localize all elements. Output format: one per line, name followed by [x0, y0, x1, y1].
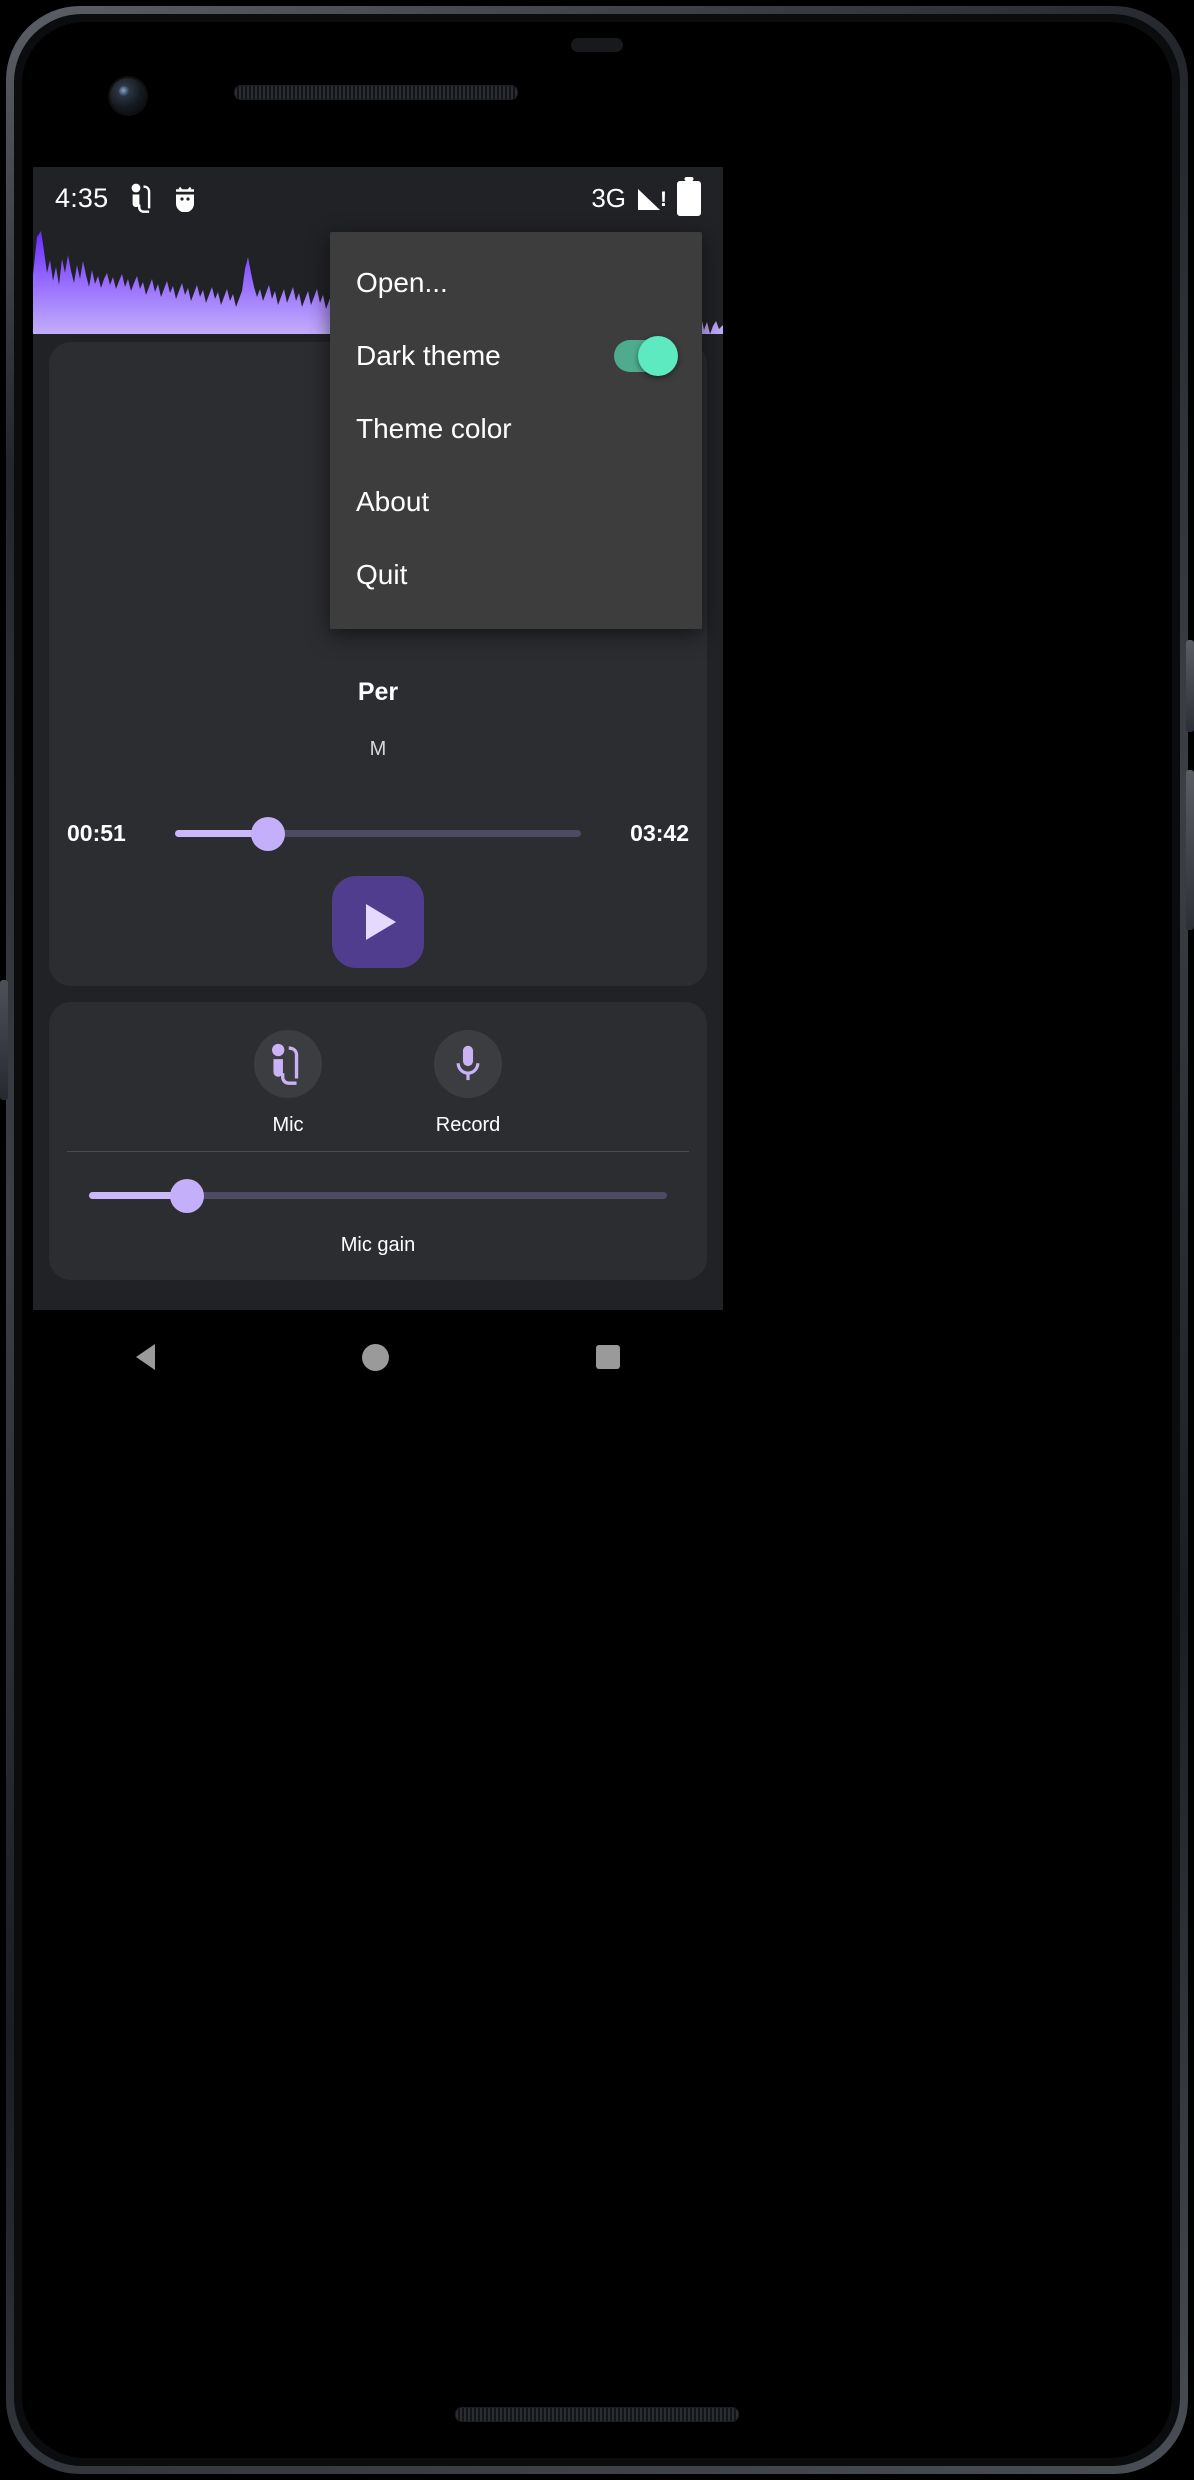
menu-item-label: Theme color	[356, 412, 512, 444]
phone-screen: 4:35 3G ! Per M 00:51 03:42 Mic Record M…	[33, 167, 723, 1310]
gain-row: Mic gain	[49, 1178, 707, 1257]
bottom-speaker-grille	[455, 2407, 739, 2422]
front-camera-icon	[110, 78, 146, 114]
navigation-bar	[33, 1310, 723, 1404]
mic-cable-icon	[131, 183, 151, 213]
home-icon[interactable]	[361, 1343, 389, 1371]
menu-item-about[interactable]: About	[330, 465, 702, 538]
back-icon[interactable]	[136, 1344, 156, 1370]
battery-full-icon	[677, 180, 701, 216]
menu-item-quit[interactable]: Quit	[330, 538, 702, 611]
recents-icon[interactable]	[595, 1345, 620, 1369]
status-bar-time: 4:35	[55, 182, 109, 213]
position-label: 00:51	[67, 819, 126, 846]
overflow-menu: Open... Dark theme Theme color About Qui…	[330, 232, 702, 629]
menu-item-label: Quit	[356, 558, 408, 590]
android-debug-icon	[176, 186, 195, 212]
status-bar-right-icons: 3G !	[591, 180, 701, 216]
menu-item-label: Open...	[356, 266, 448, 298]
track-subtitle: M	[369, 738, 387, 760]
seek-slider-thumb[interactable]	[251, 817, 286, 851]
menu-item-label: Dark theme	[356, 339, 501, 371]
mic-button[interactable]: Mic	[254, 1030, 322, 1137]
menu-item-dark-theme[interactable]: Dark theme	[330, 319, 702, 392]
top-notch	[571, 38, 623, 52]
dark-theme-toggle[interactable]	[614, 335, 678, 376]
signal-warning-icon: !	[638, 186, 667, 211]
microphone-icon	[434, 1030, 502, 1098]
track-title: Per	[357, 678, 399, 706]
duration-label: 03:42	[630, 819, 689, 846]
mic-button-label: Mic	[272, 1114, 304, 1136]
side-button-left[interactable]	[0, 980, 8, 1100]
play-button[interactable]	[332, 876, 424, 968]
signal-warning-mark: !	[660, 188, 667, 211]
menu-item-theme-color[interactable]: Theme color	[330, 392, 702, 465]
status-bar-left-icons	[130, 183, 198, 213]
mic-gain-label: Mic gain	[340, 1234, 416, 1256]
volume-button[interactable]	[1186, 770, 1194, 930]
mic-card-divider	[67, 1151, 689, 1152]
record-button-label: Record	[435, 1114, 501, 1136]
menu-item-open[interactable]: Open...	[330, 246, 702, 319]
toggle-knob	[638, 335, 678, 376]
network-type-label: 3G	[591, 182, 626, 213]
power-button[interactable]	[1186, 640, 1194, 732]
mic-gain-slider[interactable]	[89, 1178, 667, 1213]
seek-row: 00:51 03:42	[49, 816, 707, 851]
phone-device: 4:35 3G ! Per M 00:51 03:42 Mic Record M…	[0, 0, 1194, 2480]
seek-slider[interactable]	[175, 816, 581, 851]
play-icon	[366, 904, 396, 940]
mic-gain-thumb[interactable]	[170, 1179, 205, 1213]
mic-buttons-row: Mic Record	[49, 1002, 707, 1137]
record-button[interactable]: Record	[434, 1030, 502, 1137]
mic-card: Mic Record Mic gain	[49, 1002, 707, 1280]
mic-cable-icon	[254, 1030, 322, 1098]
status-bar: 4:35 3G !	[33, 167, 723, 229]
earpiece-speaker	[234, 85, 518, 100]
signal-bars	[638, 189, 660, 210]
menu-item-label: About	[356, 485, 430, 517]
